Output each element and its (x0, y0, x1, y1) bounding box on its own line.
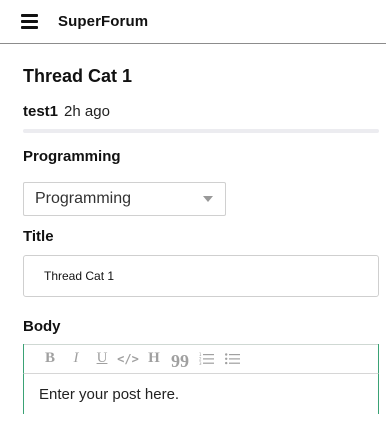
category-select-value: Programming (35, 190, 132, 207)
thread-title: Thread Cat 1 (23, 66, 133, 86)
body-label: Body (23, 318, 61, 335)
italic-icon[interactable]: I (65, 349, 87, 369)
hamburger-menu-icon[interactable] (21, 14, 38, 29)
body-editor: B I U </> H 99 1 2 3 Enter your post her… (23, 344, 379, 414)
heading-icon[interactable]: H (143, 349, 165, 369)
caret-down-icon (203, 196, 213, 202)
blockquote-icon[interactable]: 99 (169, 349, 191, 371)
bulleted-list-icon[interactable] (221, 349, 243, 369)
post-time: 2h ago (64, 103, 110, 120)
category-select[interactable]: Programming (23, 182, 226, 216)
body-placeholder: Enter your post here. (39, 385, 180, 403)
author-name[interactable]: test1 (23, 103, 58, 120)
title-input-value: Thread Cat 1 (44, 269, 115, 283)
hamburger-line (21, 20, 38, 23)
top-bar: SuperForum (0, 0, 386, 44)
divider (23, 129, 379, 133)
title-input[interactable]: Thread Cat 1 (23, 255, 379, 297)
bold-icon[interactable]: B (39, 349, 61, 369)
editor-toolbar: B I U </> H 99 1 2 3 (23, 344, 379, 374)
code-icon[interactable]: </> (117, 349, 139, 369)
title-label: Title (23, 228, 54, 245)
hamburger-line (21, 26, 38, 29)
brand-title[interactable]: SuperForum (58, 13, 148, 30)
category-label: Programming (23, 148, 121, 165)
thread-meta: test1 2h ago (23, 102, 379, 122)
numbered-list-icon[interactable]: 1 2 3 (195, 349, 217, 369)
hamburger-line (21, 14, 38, 17)
body-textarea[interactable]: Enter your post here. (24, 374, 378, 414)
thread-form: Thread Cat 1 test1 2h ago Programming Pro… (0, 64, 386, 414)
svg-text:3: 3 (199, 361, 202, 365)
underline-icon[interactable]: U (91, 349, 113, 369)
